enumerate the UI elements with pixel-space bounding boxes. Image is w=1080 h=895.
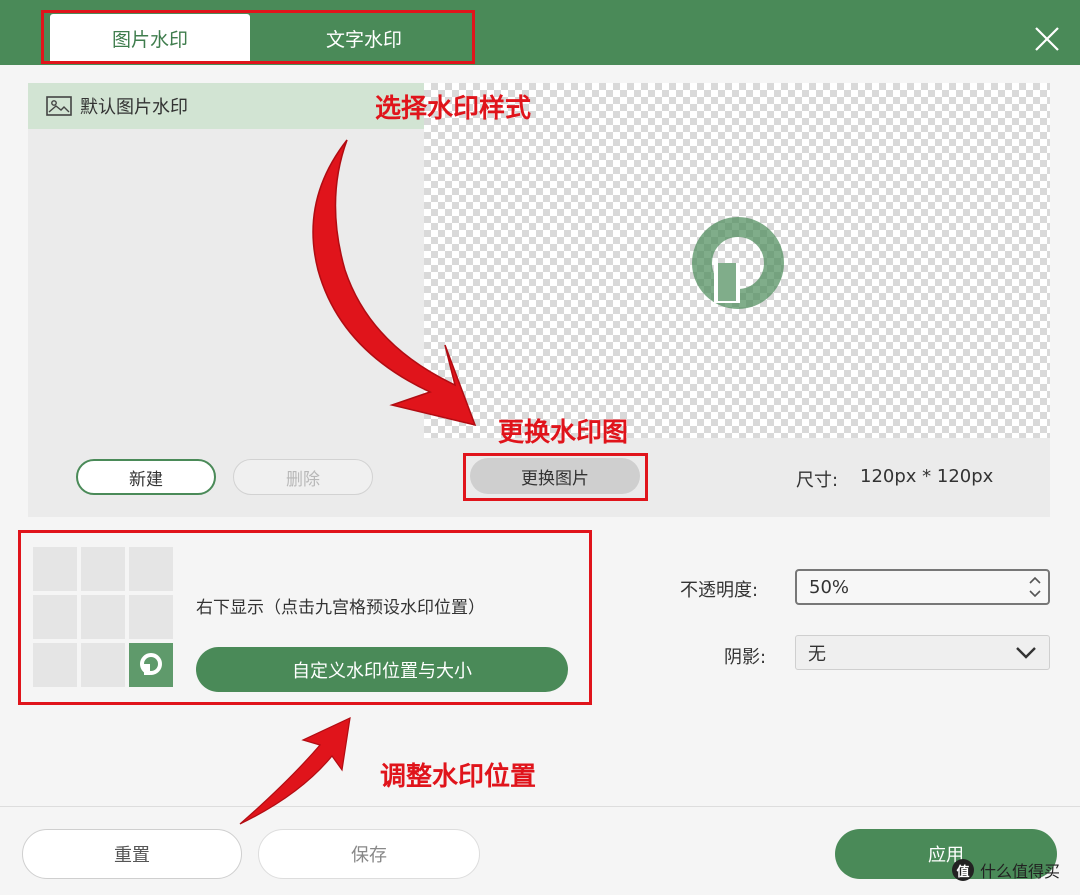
- watermark-list-panel: 默认图片水印 新建 删除: [28, 83, 424, 517]
- position-highlight-box: [18, 530, 592, 705]
- watermark-list-item[interactable]: 默认图片水印: [28, 83, 424, 129]
- source-watermark: 什么值得买: [980, 862, 1061, 881]
- opacity-input[interactable]: 50%: [795, 569, 1050, 605]
- smzdm-logo-icon: 值: [952, 859, 974, 881]
- shadow-value: 无: [808, 643, 826, 665]
- watermark-preview: [424, 83, 1050, 438]
- shadow-select[interactable]: 无: [795, 635, 1050, 670]
- annotation-change-image: 更换水印图: [498, 418, 629, 448]
- opacity-value: 50%: [809, 576, 850, 598]
- arrow-adjust-position: [239, 716, 351, 825]
- close-icon[interactable]: [1030, 22, 1064, 56]
- tabs-highlight-box: [41, 10, 475, 64]
- opacity-label: 不透明度:: [680, 580, 759, 601]
- size-label: 尺寸:: [796, 470, 839, 491]
- new-button[interactable]: 新建: [76, 459, 216, 495]
- annotation-select-style: 选择水印样式: [375, 94, 532, 124]
- footer-divider: [0, 806, 1080, 807]
- watermark-list-item-label: 默认图片水印: [80, 97, 188, 118]
- save-button[interactable]: 保存: [258, 829, 480, 879]
- change-image-highlight-box: [463, 453, 648, 501]
- watermark-logo-icon: [692, 217, 784, 309]
- annotation-adjust-position: 调整水印位置: [380, 762, 537, 792]
- size-value: 120px * 120px: [860, 466, 994, 487]
- delete-button[interactable]: 删除: [233, 459, 373, 495]
- reset-button[interactable]: 重置: [22, 829, 242, 879]
- spinner-icon[interactable]: [1028, 574, 1042, 600]
- image-icon: [46, 96, 72, 116]
- chevron-down-icon: [1016, 647, 1036, 659]
- shadow-label: 阴影:: [724, 647, 767, 668]
